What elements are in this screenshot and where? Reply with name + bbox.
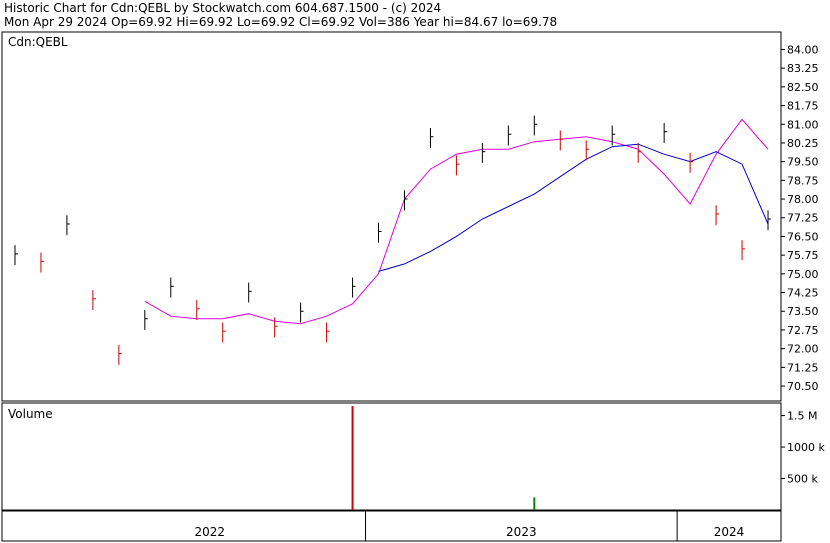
- price-tick-label-1: 83.25: [787, 62, 819, 75]
- symbol-label: Cdn:QEBL: [8, 35, 68, 49]
- volume-spike-1: [533, 497, 536, 510]
- x-axis-band: [1, 510, 782, 542]
- volume-y-axis: 1.5 M 1000 k 500 k: [781, 410, 825, 486]
- volume-spike-0: [351, 406, 354, 510]
- price-tick-label-9: 77.25: [787, 212, 819, 225]
- volume-tick-label-0: 1.5 M: [787, 410, 817, 423]
- price-tick-label-0: 84.00: [787, 43, 819, 56]
- price-tick-label-6: 79.50: [787, 156, 819, 169]
- price-tick-label-12: 75.00: [787, 268, 819, 281]
- price-tick-label-18: 70.50: [787, 380, 819, 393]
- price-tick-label-11: 75.75: [787, 249, 819, 262]
- volume-panel-frame: [1, 402, 782, 511]
- price-tick-label-7: 78.75: [787, 174, 819, 187]
- price-tick-label-10: 76.50: [787, 230, 819, 243]
- price-tick-label-13: 74.25: [787, 287, 819, 300]
- price-y-axis: 84.00 83.25 82.50 81.75 81.00 80.25 79.50 78.75…: [781, 43, 819, 393]
- price-tick-label-4: 81.00: [787, 118, 819, 131]
- price-tick-label-15: 72.75: [787, 324, 819, 337]
- year-label-2023: 2023: [506, 525, 537, 539]
- price-tick-label-5: 80.25: [787, 137, 819, 150]
- price-tick-label-3: 81.75: [787, 100, 819, 113]
- volume-tick-label-2: 500 k: [787, 473, 818, 486]
- price-tick-label-17: 71.25: [787, 361, 819, 374]
- chart-stage: Historic Chart for Cdn:QEBL by Stockwatc…: [0, 0, 830, 543]
- price-volume-chart: Cdn:QEBL 84.00 83.25 82.50 81.75 81.00 80.25 7…: [1, 31, 825, 542]
- price-tick-label-14: 73.50: [787, 305, 819, 318]
- volume-tick-label-1: 1000 k: [787, 441, 825, 454]
- year-label-2022: 2022: [194, 525, 225, 539]
- year-label-2024: 2024: [714, 525, 745, 539]
- price-tick-label-16: 72.00: [787, 343, 819, 356]
- price-tick-label-2: 82.50: [787, 81, 819, 94]
- volume-title: Volume: [8, 407, 53, 421]
- price-tick-label-8: 78.00: [787, 193, 819, 206]
